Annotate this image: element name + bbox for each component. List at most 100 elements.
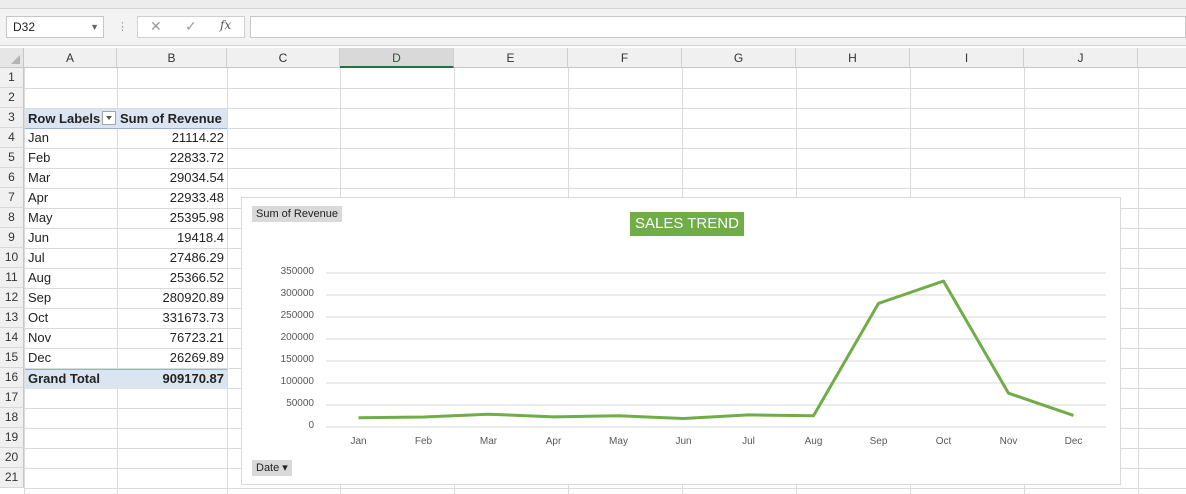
- column-header-j[interactable]: J: [1024, 48, 1138, 68]
- pivot-row-label[interactable]: Aug: [25, 268, 117, 288]
- pivot-row-label[interactable]: Jun: [25, 228, 117, 248]
- pivot-row-value[interactable]: 21114.22: [117, 128, 227, 148]
- x-tick-label: May: [609, 436, 628, 447]
- row-header-7[interactable]: 7: [0, 188, 24, 208]
- column-header-g[interactable]: G: [682, 48, 796, 68]
- row-header-14[interactable]: 14: [0, 328, 24, 348]
- pivot-row-label[interactable]: Jul: [25, 248, 117, 268]
- row-header-21[interactable]: 21: [0, 468, 24, 488]
- pivot-row-label[interactable]: Jan: [25, 128, 117, 148]
- data-point[interactable]: [1070, 411, 1078, 419]
- pivot-row-value[interactable]: 25366.52: [117, 268, 227, 288]
- name-box[interactable]: D32 ▼: [6, 16, 104, 38]
- y-tick-label: 250000: [280, 310, 314, 321]
- insert-function-icon[interactable]: fx: [220, 18, 231, 32]
- column-header-c[interactable]: C: [227, 48, 340, 68]
- pivot-row-value[interactable]: 26269.89: [117, 348, 227, 368]
- y-tick-label: 100000: [280, 376, 314, 387]
- column-header-e[interactable]: E: [454, 48, 568, 68]
- row-header-2[interactable]: 2: [0, 88, 24, 108]
- column-header-a[interactable]: A: [24, 48, 117, 68]
- row-header-18[interactable]: 18: [0, 408, 24, 428]
- pivot-row-label[interactable]: Oct: [25, 308, 117, 328]
- row-gridline: [24, 88, 1186, 89]
- data-point[interactable]: [420, 413, 428, 421]
- worksheet-grid[interactable]: Row Labels Sum of Revenue Grand Total 90…: [0, 48, 1186, 494]
- data-point[interactable]: [1005, 389, 1013, 397]
- row-header-4[interactable]: 4: [0, 128, 24, 148]
- pivot-row-value[interactable]: 331673.73: [117, 308, 227, 328]
- column-header-b[interactable]: B: [117, 48, 227, 68]
- data-point[interactable]: [940, 277, 948, 285]
- row-header-10[interactable]: 10: [0, 248, 24, 268]
- pivot-row-label[interactable]: Sep: [25, 288, 117, 308]
- pivot-row-label[interactable]: Feb: [25, 148, 117, 168]
- row-header-12[interactable]: 12: [0, 288, 24, 308]
- enter-icon[interactable]: ✓: [185, 18, 197, 35]
- row-header-5[interactable]: 5: [0, 148, 24, 168]
- column-header-h[interactable]: H: [796, 48, 910, 68]
- pivot-row-value[interactable]: 280920.89: [117, 288, 227, 308]
- row-header-16[interactable]: 16: [0, 368, 24, 388]
- y-tick-label: 350000: [280, 266, 314, 277]
- column-header-d[interactable]: D: [340, 48, 454, 68]
- x-tick-label: Jul: [742, 436, 755, 447]
- pivot-row-label[interactable]: Mar: [25, 168, 117, 188]
- column-header-i[interactable]: I: [910, 48, 1024, 68]
- row-header-6[interactable]: 6: [0, 168, 24, 188]
- pivot-row-value[interactable]: 22833.72: [117, 148, 227, 168]
- pivot-row-label[interactable]: May: [25, 208, 117, 228]
- pivot-row-value[interactable]: 27486.29: [117, 248, 227, 268]
- row-header-19[interactable]: 19: [0, 428, 24, 448]
- cancel-icon[interactable]: ✕: [150, 18, 162, 35]
- x-tick-label: Nov: [999, 436, 1018, 447]
- row-header-11[interactable]: 11: [0, 268, 24, 288]
- pivot-grand-total-value[interactable]: 909170.87: [117, 369, 227, 389]
- x-tick-label: Sep: [869, 436, 888, 447]
- chevron-down-icon[interactable]: ▼: [90, 17, 99, 37]
- data-point[interactable]: [550, 413, 558, 421]
- row-header-1[interactable]: 1: [0, 68, 24, 88]
- column-header-f[interactable]: F: [568, 48, 682, 68]
- row-header-3[interactable]: 3: [0, 108, 24, 128]
- data-point[interactable]: [810, 412, 818, 420]
- row-header-15[interactable]: 15: [0, 348, 24, 368]
- drag-handle-icon[interactable]: ⋮: [117, 20, 128, 33]
- pivot-values-header[interactable]: Sum of Revenue: [117, 109, 227, 129]
- column-gridline: [1138, 68, 1139, 494]
- row-header-8[interactable]: 8: [0, 208, 24, 228]
- row-labels-filter-button[interactable]: [102, 111, 116, 125]
- pivot-row-label[interactable]: Apr: [25, 188, 117, 208]
- select-all-button[interactable]: [0, 48, 24, 68]
- pivot-row-value[interactable]: 19418.4: [117, 228, 227, 248]
- pivot-row-label[interactable]: Dec: [25, 348, 117, 368]
- column-header-filler: [1138, 48, 1186, 68]
- y-tick-label: 300000: [280, 288, 314, 299]
- formula-input[interactable]: [250, 16, 1186, 38]
- y-tick-label: 50000: [286, 398, 314, 409]
- pivot-row-label[interactable]: Nov: [25, 328, 117, 348]
- data-point[interactable]: [745, 411, 753, 419]
- row-header-13[interactable]: 13: [0, 308, 24, 328]
- data-point[interactable]: [615, 412, 623, 420]
- row-header-17[interactable]: 17: [0, 388, 24, 408]
- x-tick-label: Feb: [414, 436, 433, 447]
- row-header-20[interactable]: 20: [0, 448, 24, 468]
- pivot-grand-total-label[interactable]: Grand Total: [25, 369, 117, 389]
- data-point[interactable]: [875, 299, 883, 307]
- pivot-row-value[interactable]: 29034.54: [117, 168, 227, 188]
- revenue-line[interactable]: [358, 279, 1074, 420]
- name-box-value: D32: [13, 20, 36, 34]
- formula-bar: D32 ▼ ⋮ ✕ ✓ fx: [0, 9, 1186, 46]
- data-point[interactable]: [355, 414, 363, 422]
- pivot-row-value[interactable]: 22933.48: [117, 188, 227, 208]
- pivot-row-value[interactable]: 25395.98: [117, 208, 227, 228]
- sales-trend-chart[interactable]: Sum of Revenue SALES TREND Date ▾ 0 50000…: [241, 197, 1121, 485]
- data-point[interactable]: [680, 414, 688, 422]
- y-tick-label: 0: [308, 420, 314, 431]
- data-point[interactable]: [485, 410, 493, 418]
- pivot-row-value[interactable]: 76723.21: [117, 328, 227, 348]
- row-header-9[interactable]: 9: [0, 228, 24, 248]
- x-tick-label: Jan: [350, 436, 367, 447]
- pivot-row-labels-header[interactable]: Row Labels: [25, 109, 105, 129]
